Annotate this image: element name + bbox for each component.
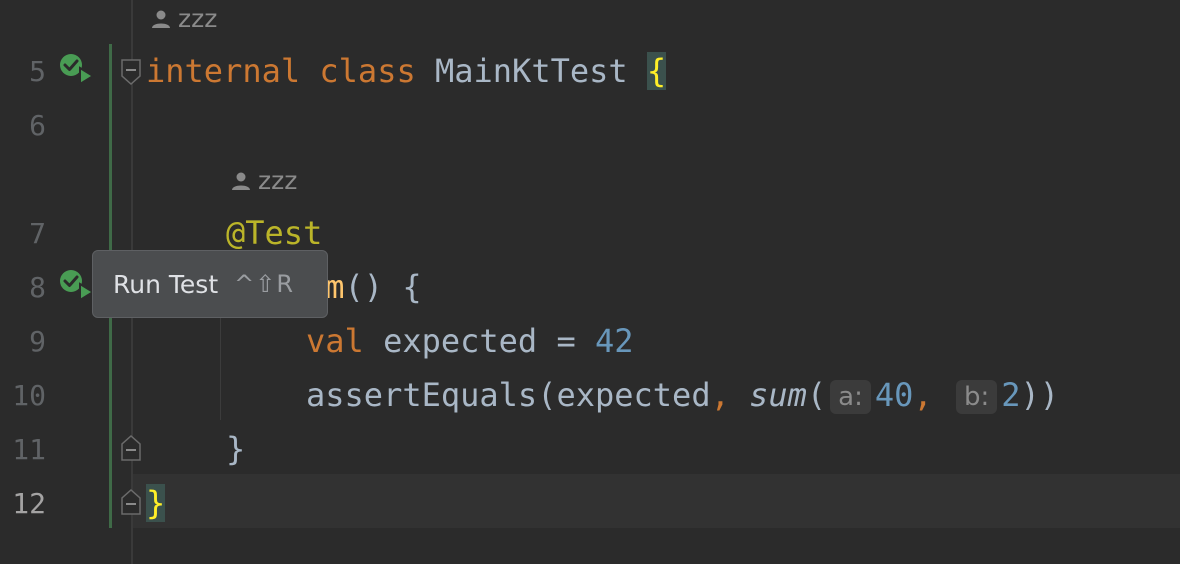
- paren: )): [1020, 376, 1059, 414]
- keyword: internal: [146, 52, 301, 90]
- line-number: 6: [29, 109, 46, 142]
- line-number: 11: [12, 433, 46, 466]
- code-line-5[interactable]: internal class MainKtTest {: [146, 51, 667, 91]
- tooltip-shortcut: ^⇧R: [234, 270, 295, 298]
- closing-brace: }: [226, 430, 246, 468]
- code-line-7[interactable]: @Test: [226, 213, 322, 253]
- fold-end-icon[interactable]: [120, 488, 142, 516]
- paren: (: [806, 376, 827, 414]
- number-literal: 40: [874, 376, 914, 414]
- user-icon: [152, 10, 170, 28]
- parameter-hint-a: a:: [830, 380, 871, 414]
- annotation: @Test: [226, 214, 323, 252]
- code-line-10[interactable]: assertEquals(expected, sum(a: 40, b: 2)): [306, 375, 1059, 415]
- class-name: MainKtTest: [434, 52, 628, 90]
- line-number: 7: [29, 217, 46, 250]
- indent-guide: [220, 310, 221, 420]
- code-vision-author[interactable]: zzz: [150, 5, 217, 33]
- line-number: 5: [29, 55, 46, 88]
- fold-end-icon[interactable]: [120, 434, 142, 462]
- comma: ,: [913, 376, 933, 414]
- author-name: zzz: [258, 166, 298, 195]
- user-icon: [232, 172, 250, 190]
- author-name: zzz: [178, 4, 218, 33]
- line-number: 10: [12, 379, 46, 412]
- comma: ,: [710, 376, 730, 414]
- code-text: () {: [344, 268, 422, 306]
- line-number: 8: [29, 271, 46, 304]
- keyword: class: [319, 52, 416, 90]
- code-text: assertEquals(expected: [306, 376, 711, 414]
- matched-brace: {: [646, 52, 667, 90]
- line-number-current: 12: [12, 487, 46, 520]
- code-text: expected =: [363, 322, 595, 360]
- function-call: sum: [749, 376, 807, 414]
- code-line-9[interactable]: val expected = 42: [306, 321, 634, 361]
- current-line-highlight: [133, 474, 1180, 528]
- fold-collapse-icon[interactable]: [120, 58, 142, 86]
- run-test-class-icon[interactable]: [58, 52, 98, 88]
- number-literal: 42: [594, 322, 634, 360]
- line-number: 9: [29, 325, 46, 358]
- parameter-hint-b: b:: [955, 380, 998, 414]
- tooltip-label: Run Test: [113, 269, 219, 299]
- matched-brace: }: [146, 484, 166, 522]
- code-line-11[interactable]: }: [226, 429, 245, 469]
- code-vision-author[interactable]: zzz: [230, 167, 297, 195]
- code-line-12[interactable]: }: [146, 483, 166, 523]
- run-test-tooltip: Run Test ^⇧R: [92, 250, 328, 318]
- keyword: val: [306, 322, 364, 360]
- number-literal: 2: [1001, 376, 1021, 414]
